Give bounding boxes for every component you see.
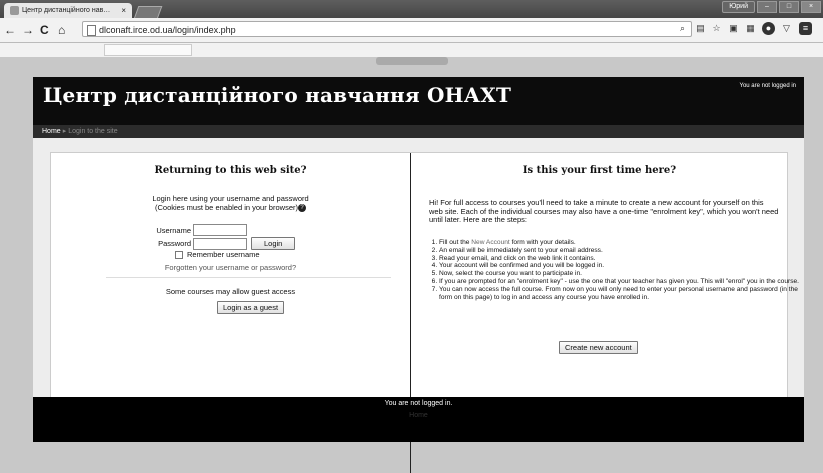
web-page: Центр дистанційного навчання ОНАХТ You a… — [0, 57, 823, 473]
browser-toolbar: ← → C ⌂ dlconaft.irce.od.ua/login/index.… — [0, 18, 823, 43]
back-icon[interactable]: ← — [4, 23, 16, 37]
page-frame: Центр дистанційного навчання ОНАХТ You a… — [33, 77, 804, 473]
step-3: Read your email, and click on the web li… — [439, 255, 799, 263]
scroll-thumb[interactable] — [376, 57, 448, 65]
remember-row: Remember username — [175, 250, 260, 259]
maximize-icon[interactable]: □ — [779, 1, 799, 13]
divider — [106, 277, 391, 278]
login-panel: Returning to this web site? Login here u… — [51, 153, 410, 398]
site-footer: You are not logged in. Home — [33, 397, 804, 442]
footer-login-info: You are not logged in. — [384, 400, 453, 407]
remember-checkbox[interactable] — [175, 250, 183, 259]
step-7: You can now access the full course. From… — [439, 286, 799, 302]
extension-icon[interactable]: ▣ — [727, 22, 740, 35]
guest-text: Some courses may allow guest access — [165, 287, 296, 296]
login-desc-line2: (Cookies must be enabled in your browser… — [155, 203, 298, 212]
login-description: Login here using your username and passw… — [51, 194, 410, 213]
window-controls: Юрий – □ × — [722, 1, 821, 13]
site-title: Центр дистанційного навчання ОНАХТ — [43, 83, 512, 107]
login-button[interactable]: Login — [251, 237, 296, 250]
login-info: You are not logged in — [739, 83, 797, 89]
bookmark-item[interactable] — [104, 44, 192, 56]
page-icon — [87, 25, 96, 36]
menu-icon[interactable]: ≡ — [799, 22, 812, 35]
username-row: Username — [131, 224, 247, 236]
step-2: An email will be immediately sent to you… — [439, 247, 799, 255]
guest-login-button[interactable]: Login as a guest — [217, 301, 285, 314]
login-heading: Returning to this web site? — [154, 165, 307, 176]
close-window-icon[interactable]: × — [801, 1, 821, 13]
step-6: If you are prompted for an "enrolment ke… — [439, 278, 799, 286]
login-desc-line1: Login here using your username and passw… — [152, 194, 309, 203]
profile-button[interactable]: Юрий — [722, 1, 755, 13]
search-icon[interactable]: ⌕ — [676, 22, 689, 35]
password-label: Password — [158, 239, 191, 248]
step-4: Your account will be confirmed and you w… — [439, 262, 799, 270]
breadcrumb: Home ▸ Login to the site — [33, 125, 804, 138]
footer-home-link[interactable]: Home — [33, 412, 804, 419]
star-icon[interactable]: ☆ — [710, 22, 723, 35]
login-box: Returning to this web site? Login here u… — [50, 152, 799, 473]
signup-heading: Is this your first time here? — [522, 165, 677, 176]
remember-label: Remember username — [187, 250, 260, 259]
step-5: Now, select the course you want to parti… — [439, 270, 799, 278]
shield-icon[interactable]: ▽ — [780, 22, 793, 35]
favicon-icon — [10, 6, 19, 15]
new-account-link[interactable]: New Account — [471, 239, 509, 246]
adblock-icon[interactable]: ● — [762, 22, 775, 35]
step-1-text: Fill out the — [439, 239, 472, 246]
signup-panel: Is this your first time here? Hi! For fu… — [412, 153, 799, 398]
apps-icon[interactable]: ▦ — [744, 22, 757, 35]
help-icon[interactable]: ? — [297, 204, 306, 213]
username-input[interactable] — [193, 224, 247, 236]
signup-steps: Fill out the New Account form with your … — [421, 239, 799, 301]
breadcrumb-current: Login to the site — [68, 128, 118, 135]
translate-icon[interactable]: ▤ — [694, 22, 707, 35]
breadcrumb-separator-icon: ▸ — [62, 128, 67, 135]
site-header: Центр дистанційного навчання ОНАХТ You a… — [33, 77, 804, 125]
reload-icon[interactable]: C — [40, 23, 49, 37]
address-bar[interactable]: dlconaft.irce.od.ua/login/index.php — [82, 21, 692, 37]
username-label: Username — [156, 225, 191, 235]
step-1-text-end: form with your details. — [509, 239, 576, 246]
forgot-password-link[interactable]: Forgotten your username or password? — [51, 263, 410, 272]
home-icon[interactable]: ⌂ — [58, 23, 65, 37]
signup-intro: Hi! For full access to courses you'll ne… — [429, 198, 779, 224]
browser-tab[interactable]: Центр дистанційного нав… × — [4, 3, 132, 18]
forward-icon[interactable]: → — [22, 23, 34, 37]
bookmarks-bar — [0, 43, 823, 57]
address-text: dlconaft.irce.od.ua/login/index.php — [99, 25, 236, 35]
step-1: Fill out the New Account form with your … — [439, 239, 799, 247]
breadcrumb-home[interactable]: Home — [42, 128, 61, 135]
create-account-button[interactable]: Create new account — [559, 341, 638, 354]
password-input[interactable] — [193, 237, 247, 250]
close-tab-icon[interactable]: × — [121, 6, 126, 15]
browser-tab-bar: Центр дистанційного нав… × Юрий – □ × — [0, 0, 823, 19]
minimize-icon[interactable]: – — [757, 1, 777, 13]
password-row: Password Login — [131, 237, 296, 250]
tab-title: Центр дистанційного нав… — [22, 7, 111, 14]
